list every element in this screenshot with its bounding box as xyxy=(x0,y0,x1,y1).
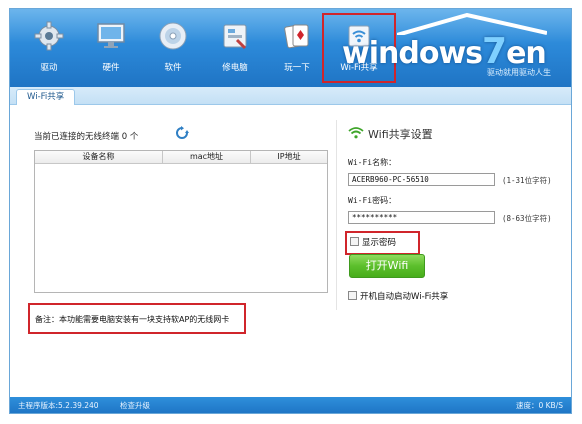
wifi-password-label: Wi-Fi密码： xyxy=(348,196,397,205)
main-toolbar: 驱动 硬件 软件 修电脑 玩一下 Wi-Fi共享 xyxy=(18,13,396,83)
refresh-icon[interactable] xyxy=(175,126,189,143)
column-device-name[interactable]: 设备名称 xyxy=(35,151,163,163)
requirement-note: 备注：本功能需要电脑安装有一块支持软AP的无线网卡 xyxy=(35,315,230,324)
version-text: 主程序版本:5.2.39.240 xyxy=(18,401,99,410)
status-bar: 主程序版本:5.2.39.240 检查升级 速度：0 KB/S xyxy=(10,397,571,413)
toolbar-software[interactable]: 软件 xyxy=(142,19,204,79)
gear-icon xyxy=(32,19,66,53)
section-divider xyxy=(336,120,337,310)
app-window: 驱动 硬件 软件 修电脑 玩一下 Wi-Fi共享 windows7en 驱动就用… xyxy=(9,8,572,414)
show-password-checkbox[interactable] xyxy=(350,237,359,246)
settings-title-text: Wifi共享设置 xyxy=(368,128,433,141)
open-wifi-button[interactable]: 打开Wifi xyxy=(349,254,425,278)
wifi-password-hint: (8-63位字符) xyxy=(502,214,552,223)
wifi-name-hint: (1-31位字符) xyxy=(502,176,552,185)
slogan: 驱动就用驱动人生 xyxy=(487,68,551,77)
tab-wifi-share[interactable]: Wi-Fi共享 xyxy=(16,89,76,105)
toolbar-label: 修电脑 xyxy=(222,63,248,73)
speed-text: 速度：0 KB/S xyxy=(515,401,563,410)
disc-icon xyxy=(156,19,190,53)
wifi-password-input[interactable]: ********** xyxy=(348,211,495,224)
autostart-label: 开机自动启动Wi-Fi共享 xyxy=(360,292,449,302)
autostart-checkbox[interactable] xyxy=(348,291,357,300)
column-mac-address[interactable]: mac地址 xyxy=(163,151,251,163)
tab-bar: Wi-Fi共享 xyxy=(10,87,571,105)
show-password-label: 显示密码 xyxy=(362,238,397,248)
cards-icon xyxy=(280,19,314,53)
wifi-name-label: Wi-Fi名称： xyxy=(348,158,397,167)
toolbar-label: 驱动 xyxy=(40,63,58,73)
toolbar-label: 软件 xyxy=(164,63,182,73)
column-ip-address[interactable]: IP地址 xyxy=(251,151,327,163)
toolbar-repair[interactable]: 修电脑 xyxy=(204,19,266,79)
repair-tools-icon xyxy=(218,19,252,53)
watermark-text: windows7en xyxy=(342,31,547,72)
toolbar-driver[interactable]: 驱动 xyxy=(18,19,80,79)
wifi-icon xyxy=(348,126,364,142)
toolbar-play[interactable]: 玩一下 xyxy=(266,19,328,79)
check-update-link[interactable]: 检查升级 xyxy=(120,400,150,411)
header-bar: 驱动 硬件 软件 修电脑 玩一下 Wi-Fi共享 windows7en 驱动就用… xyxy=(10,9,571,87)
wifi-name-input[interactable]: ACERB960-PC-56510 xyxy=(348,173,495,186)
connected-devices-title: 当前已连接的无线终端 0 个 xyxy=(34,132,139,142)
toolbar-label: 玩一下 xyxy=(284,63,310,73)
table-header: 设备名称 mac地址 IP地址 xyxy=(35,151,327,164)
device-table: 设备名称 mac地址 IP地址 xyxy=(34,150,328,293)
toolbar-hardware[interactable]: 硬件 xyxy=(80,19,142,79)
highlight-box: 备注：本功能需要电脑安装有一块支持软AP的无线网卡 xyxy=(28,303,246,334)
toolbar-label: 硬件 xyxy=(102,63,120,73)
brand-watermark: windows7en 驱动就用驱动人生 xyxy=(342,13,571,81)
monitor-icon xyxy=(94,19,128,53)
wifi-settings-title: Wifi共享设置 xyxy=(348,126,433,142)
